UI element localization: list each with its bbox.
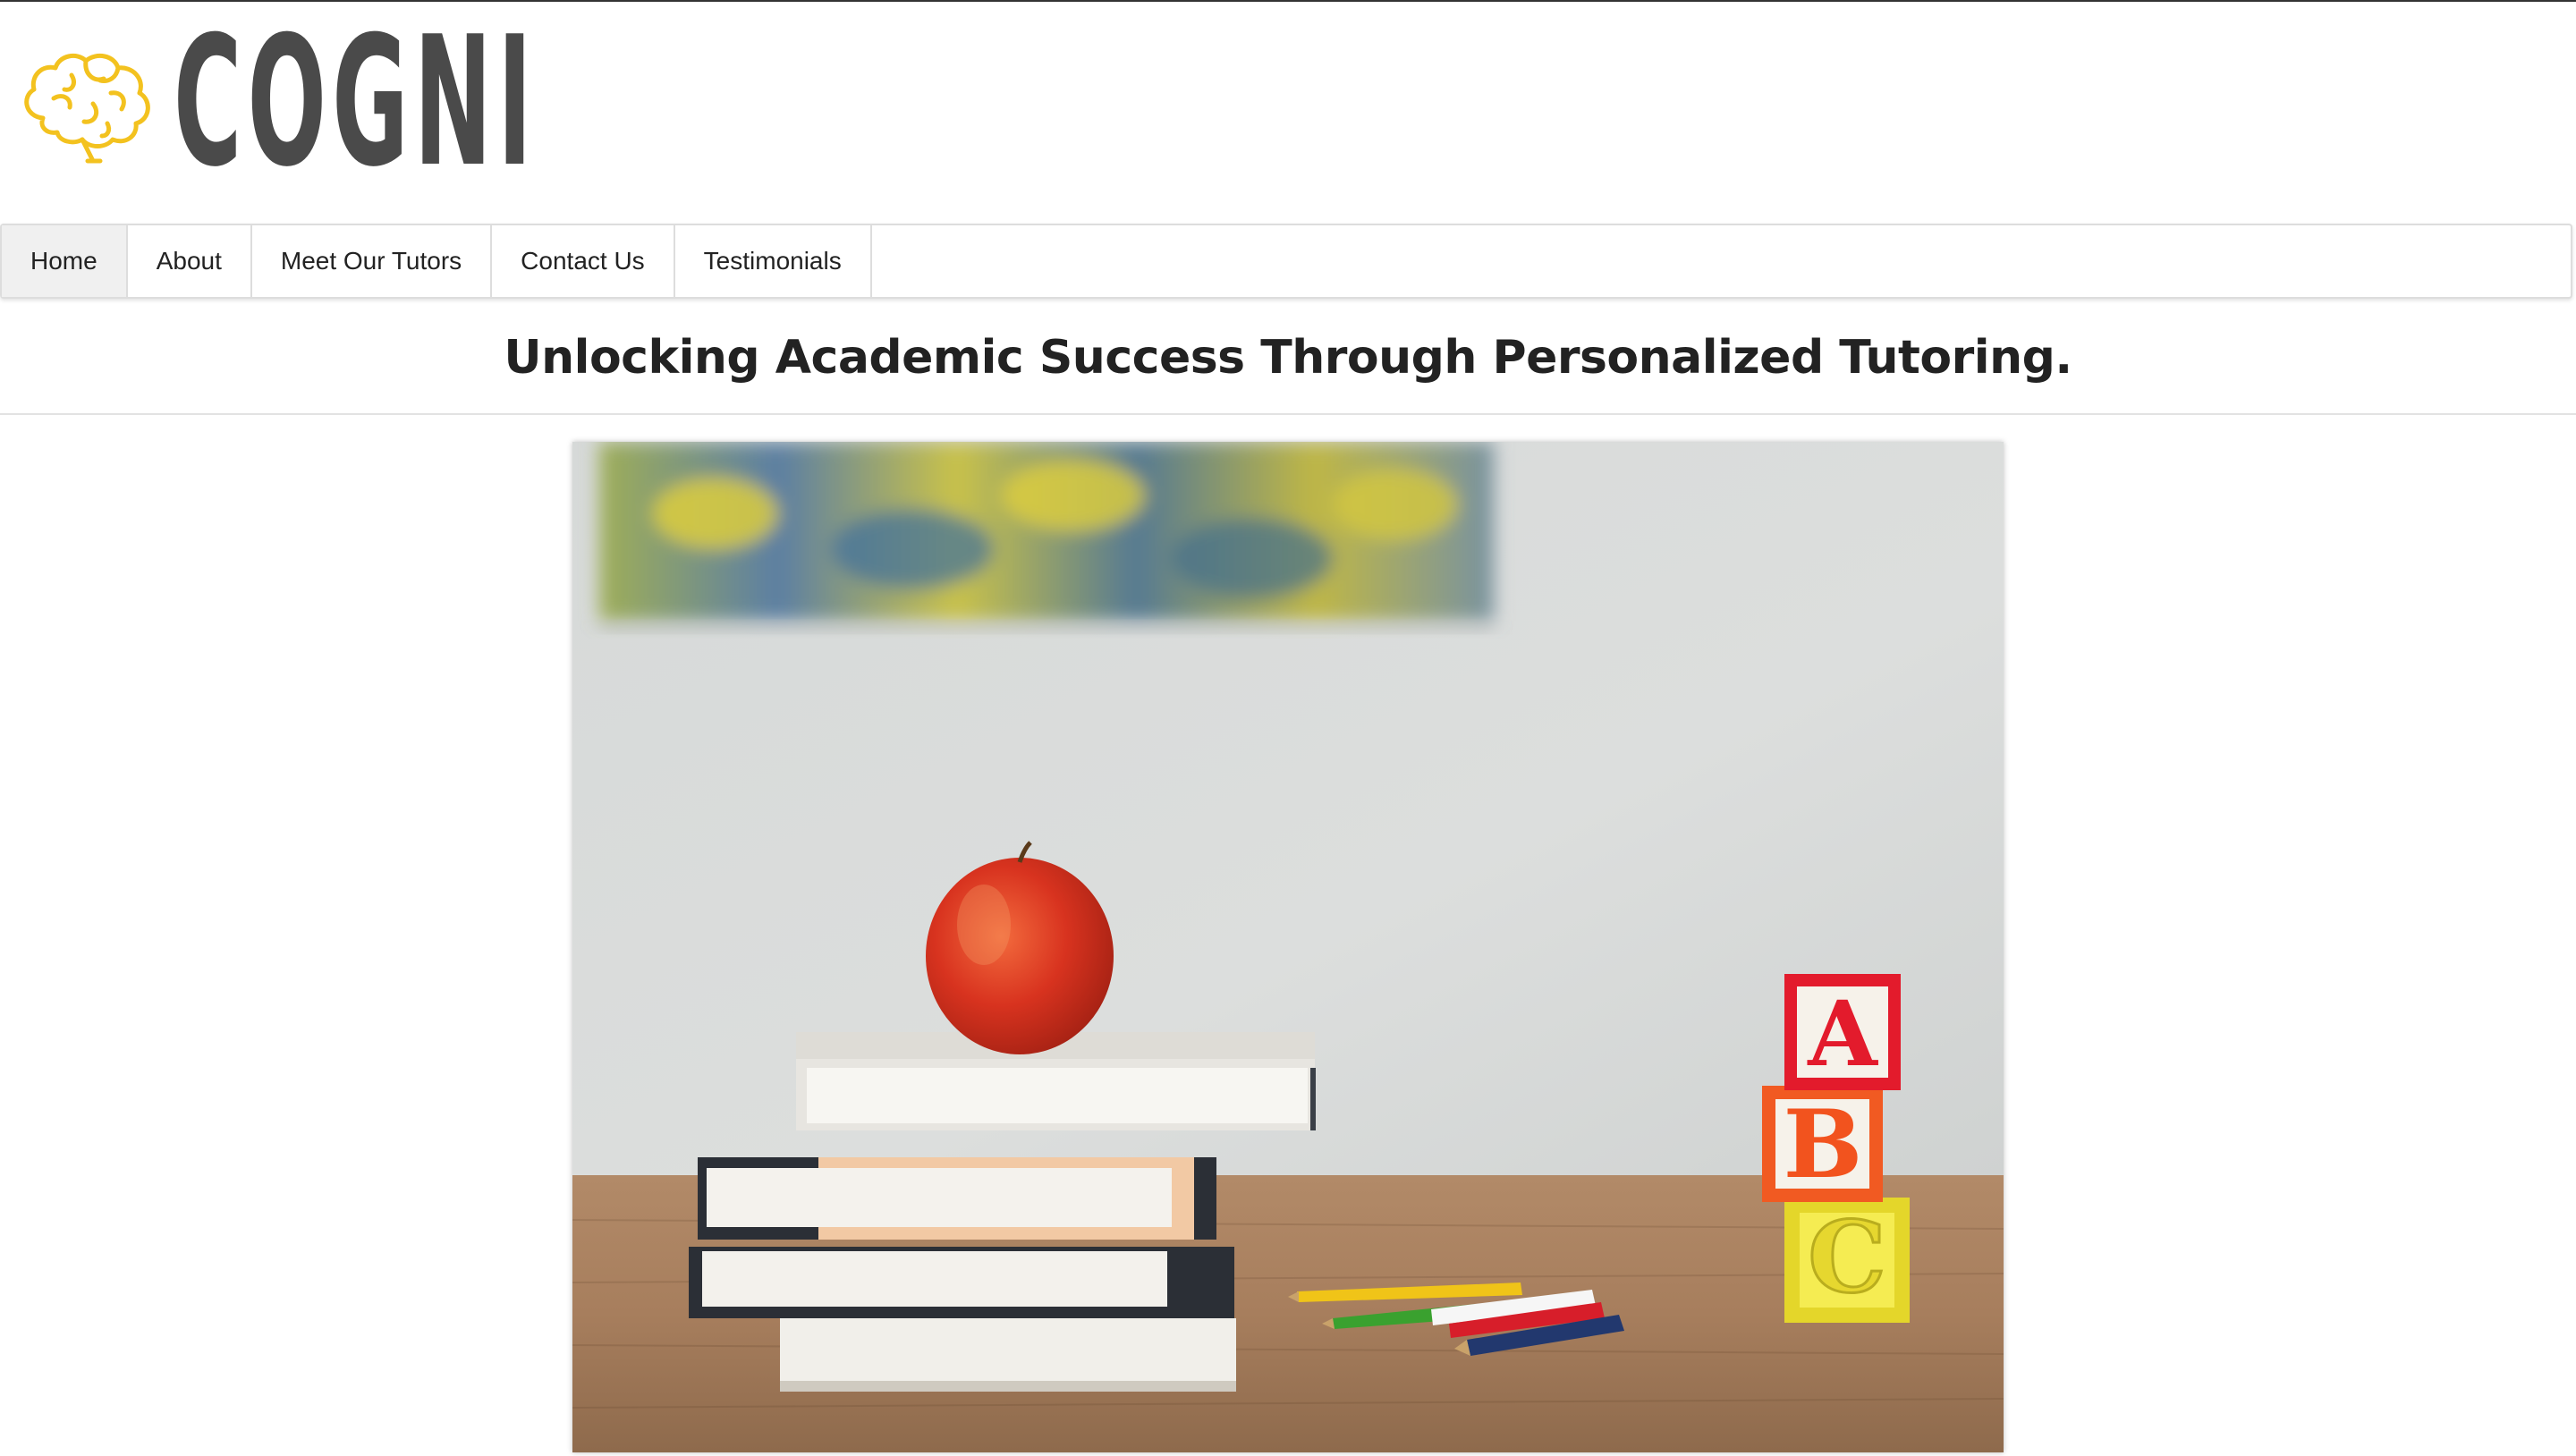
nav-item-meet-our-tutors[interactable]: Meet Our Tutors <box>252 225 493 297</box>
svg-text:C: C <box>1808 1199 1886 1315</box>
nav-item-testimonials[interactable]: Testimonials <box>675 225 872 297</box>
headline-divider <box>0 413 2576 415</box>
svg-text:B: B <box>1784 1088 1863 1199</box>
brain-icon[interactable] <box>18 48 156 165</box>
page-headline: Unlocking Academic Success Through Perso… <box>504 331 2072 385</box>
svg-text:A: A <box>1807 981 1878 1087</box>
brand-logo-text[interactable]: COGNI <box>174 13 538 192</box>
hero-image: C B A <box>572 442 2004 1452</box>
nav-item-home[interactable]: Home <box>2 225 128 297</box>
site-header: COGNI <box>0 2 2576 224</box>
nav-item-contact-us[interactable]: Contact Us <box>492 225 675 297</box>
main-nav: Home About Meet Our Tutors Contact Us Te… <box>0 224 2572 299</box>
nav-item-about[interactable]: About <box>128 225 252 297</box>
